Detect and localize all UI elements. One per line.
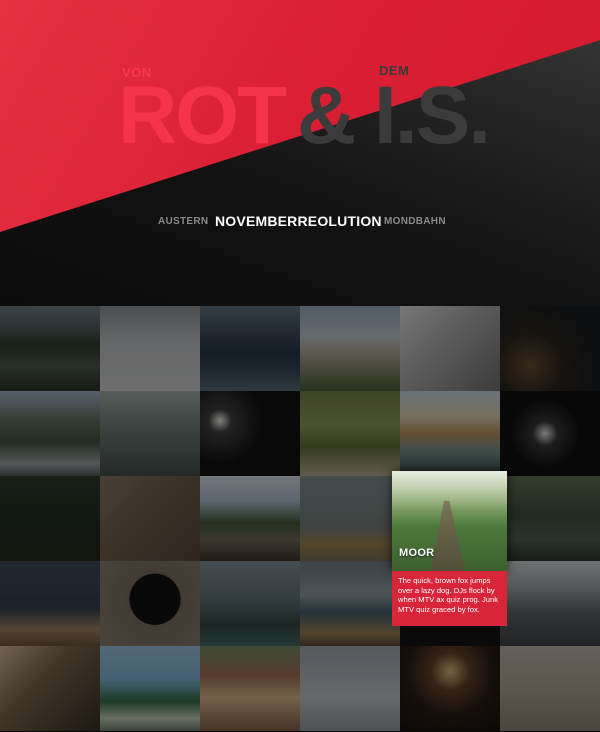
photo-tile[interactable] bbox=[200, 476, 300, 561]
photo-tile[interactable] bbox=[500, 391, 600, 476]
photo-tile[interactable] bbox=[200, 391, 300, 476]
photo-tile[interactable] bbox=[100, 476, 200, 561]
photo-tile[interactable] bbox=[100, 561, 200, 646]
photo-tile[interactable] bbox=[300, 306, 400, 391]
photo-label: MOOR bbox=[399, 547, 435, 559]
photo-tile[interactable] bbox=[500, 306, 600, 391]
photo-tile[interactable] bbox=[100, 306, 200, 391]
logo-is: I.S. bbox=[374, 70, 491, 161]
nav-prev-link[interactable]: AUSTERN bbox=[158, 210, 208, 234]
photo-tile[interactable] bbox=[300, 391, 400, 476]
photo-tile[interactable] bbox=[200, 306, 300, 391]
photo-tile[interactable] bbox=[500, 476, 600, 561]
photo-tile[interactable] bbox=[200, 561, 300, 646]
photo-tile[interactable] bbox=[200, 646, 300, 731]
album-nav: AUSTERN NOVEMBERREOLUTION MONDBAHN bbox=[0, 210, 600, 234]
photo-tile[interactable] bbox=[500, 646, 600, 731]
photo-tile[interactable] bbox=[300, 646, 400, 731]
photo-tile[interactable] bbox=[400, 646, 500, 731]
logo-rot: ROT bbox=[118, 70, 287, 161]
photo-tile[interactable] bbox=[100, 391, 200, 476]
photo-tile[interactable] bbox=[0, 646, 100, 731]
photo-tile[interactable] bbox=[0, 561, 100, 646]
photo-tile[interactable] bbox=[400, 306, 500, 391]
photo-tile[interactable] bbox=[0, 476, 100, 561]
photo-path bbox=[430, 501, 466, 571]
photo-tile[interactable] bbox=[300, 561, 400, 646]
photo-grid: MOOR The quick, brown fox jumps over a l… bbox=[0, 306, 600, 732]
photo-tile[interactable] bbox=[100, 646, 200, 731]
photo-tile[interactable] bbox=[0, 391, 100, 476]
photo-tile-active[interactable]: MOOR bbox=[392, 471, 507, 571]
photo-tile[interactable] bbox=[300, 476, 400, 561]
logo-ampersand: & bbox=[297, 70, 356, 161]
nav-next-link[interactable]: MONDBAHN bbox=[384, 210, 446, 234]
photo-tile[interactable] bbox=[0, 306, 100, 391]
photo-tile[interactable] bbox=[400, 391, 500, 476]
nav-current-title: NOVEMBERREOLUTION bbox=[215, 213, 382, 229]
photo-tile[interactable] bbox=[500, 561, 600, 646]
site-header: VON DEM ROT & I.S. AUSTERN NOVEMBERREOLU… bbox=[0, 0, 600, 306]
photo-caption: The quick, brown fox jumps over a lazy d… bbox=[392, 571, 507, 626]
